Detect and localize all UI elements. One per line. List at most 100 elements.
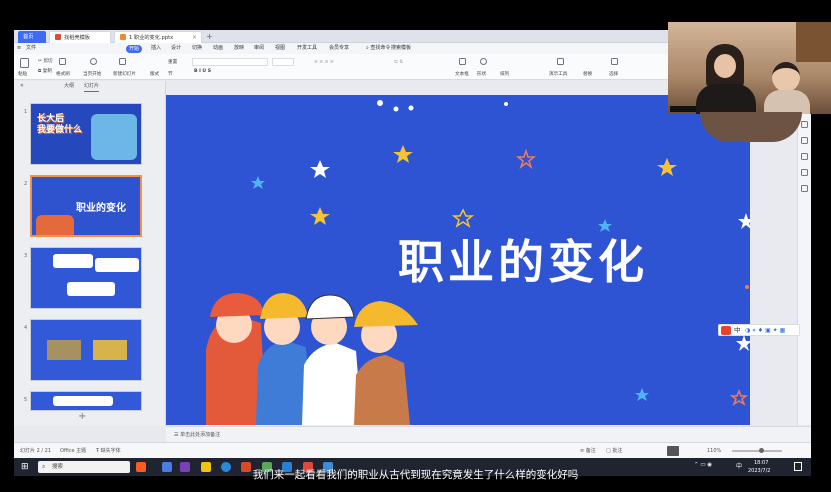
replace-button[interactable]: 替换	[583, 71, 592, 77]
align-tools[interactable]: ⇆ ⇅	[394, 60, 403, 65]
star-icon	[736, 335, 750, 351]
screen: 首页 找稻壳模板 1 职业的变化.pptx × + ≡ 文件 开始 插入 设计 切…	[0, 0, 831, 492]
task-pane-icon[interactable]	[801, 169, 808, 176]
shape-icon[interactable]	[480, 58, 487, 65]
theme-name: Office 主题	[60, 448, 87, 454]
add-slide-button[interactable]: +	[78, 411, 86, 422]
font-family-select[interactable]	[192, 58, 268, 66]
textbox-label: 文本框	[455, 72, 469, 77]
task-pane-icon[interactable]	[801, 121, 808, 128]
menu-file[interactable]: 文件	[26, 43, 36, 54]
menu-transition[interactable]: 切换	[192, 43, 202, 54]
font-size-select[interactable]	[272, 58, 294, 66]
cut-button[interactable]: ✂ 剪切	[38, 58, 53, 64]
bookshelf	[796, 22, 831, 62]
menu-design[interactable]: 设计	[171, 43, 181, 54]
copy-button[interactable]: ⧉ 复制	[38, 68, 52, 74]
video-call-bubble	[700, 112, 802, 142]
task-pane-icon[interactable]	[801, 153, 808, 160]
tab-slides[interactable]: 幻灯片	[84, 81, 100, 92]
person-1-face	[714, 54, 736, 78]
select-label: 选择	[609, 72, 619, 77]
menu-member[interactable]: 会员专享	[329, 43, 349, 54]
zoom-slider-thumb[interactable]	[759, 448, 764, 453]
cut-label: 剪切	[43, 59, 53, 64]
textbox-icon[interactable]	[459, 58, 466, 65]
new-tab-button[interactable]: +	[206, 31, 213, 42]
tab-outline[interactable]: 大纲	[64, 81, 74, 91]
thumb-2-illustration	[36, 215, 74, 235]
menu-view[interactable]: 视图	[275, 43, 285, 54]
search-template[interactable]: 搜索模板	[391, 43, 411, 54]
star-icon	[635, 388, 649, 401]
new-slide-icon[interactable]	[119, 58, 126, 65]
slide-title[interactable]: 职业的变化	[398, 226, 648, 292]
notes-pane[interactable]: ☰ 单击此处添加备注	[166, 426, 811, 442]
current-slide[interactable]: 职业的变化	[166, 95, 750, 425]
tab-document[interactable]: 1 职业的变化.pptx ×	[114, 31, 202, 43]
tab-template[interactable]: 找稻壳模板	[49, 31, 111, 43]
zoom-level[interactable]: 110%	[707, 443, 721, 458]
thumb-1-title: 长大后 我要做什么	[37, 114, 83, 135]
search-command-label: 查找命令	[370, 45, 391, 51]
star-icon	[738, 213, 750, 229]
ime-toolbar[interactable]: 中 ◑ ⋄ ♦ ▣ ✦ ▦	[718, 324, 800, 336]
presentation-tools-icon[interactable]	[557, 58, 564, 65]
font-style-buttons[interactable]: B I U S	[194, 69, 211, 74]
collapse-pane-icon[interactable]: «	[20, 81, 24, 91]
menu-home[interactable]: 开始	[126, 44, 143, 53]
slide-thumbnail-4[interactable]	[30, 319, 142, 381]
tab-home[interactable]: 首页	[18, 31, 46, 43]
thumb-4-photo	[93, 340, 127, 360]
menu-developer[interactable]: 开发工具	[297, 43, 317, 54]
menu-animation[interactable]: 动画	[213, 43, 223, 54]
play-from-current-icon[interactable]	[90, 58, 97, 65]
dot-decoration	[408, 105, 414, 111]
slide-thumbnail-pane: « 大纲 幻灯片 1 长大后 我要做什么 2 职业的变化 3 4 5 +	[14, 81, 166, 426]
paste-icon[interactable]	[20, 58, 29, 68]
zoom-slider[interactable]	[732, 450, 782, 452]
comment-toggle[interactable]: □ 批注	[606, 443, 622, 458]
search-command[interactable]: ⌕ 查找命令	[366, 43, 390, 54]
section-button[interactable]: 节	[168, 71, 173, 77]
pane-tabs: « 大纲 幻灯片	[14, 81, 166, 92]
presentation-tools-label: 演示工具	[549, 72, 568, 77]
ime-mode: 中	[734, 326, 741, 334]
comment-toggle-label: 批注	[612, 448, 623, 454]
paragraph-tools[interactable]: ≡ ≡ ≡ ≡	[314, 60, 334, 65]
slide-thumbnail-2[interactable]: 职业的变化	[30, 175, 142, 237]
slide-thumbnail-3[interactable]	[30, 247, 142, 309]
arrange-button[interactable]: 排列	[500, 71, 509, 77]
thumb-1-illustration	[91, 114, 137, 160]
hamburger-icon[interactable]: ≡	[17, 43, 21, 54]
missing-font-button[interactable]: Ŧ 缺失字体	[96, 443, 121, 458]
copy-label: 复制	[42, 69, 52, 74]
format-painter-icon[interactable]	[59, 58, 66, 65]
menu-review[interactable]: 审阅	[254, 43, 264, 54]
slide-thumbnail-1[interactable]: 长大后 我要做什么	[30, 103, 142, 165]
slide-thumbnail-5[interactable]	[30, 391, 142, 411]
menu-slideshow[interactable]: 放映	[234, 43, 244, 54]
thumb-number: 4	[24, 325, 28, 331]
workers-illustration	[206, 293, 418, 425]
clock-time[interactable]: 18:07	[754, 459, 768, 467]
star-icon	[310, 160, 330, 178]
missing-font-label: 缺失字体	[100, 448, 121, 454]
play-from-current-label: 当页开始	[83, 72, 102, 77]
notes-toggle[interactable]: ≡ 备注	[580, 443, 596, 458]
star-icon	[310, 207, 330, 225]
menu-insert[interactable]: 插入	[151, 43, 161, 54]
thumb-number: 5	[24, 397, 28, 403]
thumb-4-photo	[47, 340, 81, 360]
video-label	[670, 106, 696, 112]
right-task-pane	[797, 95, 811, 425]
task-pane-icon[interactable]	[801, 185, 808, 192]
reset-button[interactable]: 重置	[168, 59, 177, 65]
play-button[interactable]	[667, 446, 679, 456]
ime-tools: ◑ ⋄ ♦ ▣ ✦ ▦	[745, 327, 786, 334]
select-icon[interactable]	[611, 58, 618, 65]
task-pane-icon[interactable]	[801, 137, 808, 144]
layout-button[interactable]: 版式	[150, 71, 159, 77]
sogou-icon	[721, 326, 731, 335]
star-icon	[393, 145, 413, 163]
